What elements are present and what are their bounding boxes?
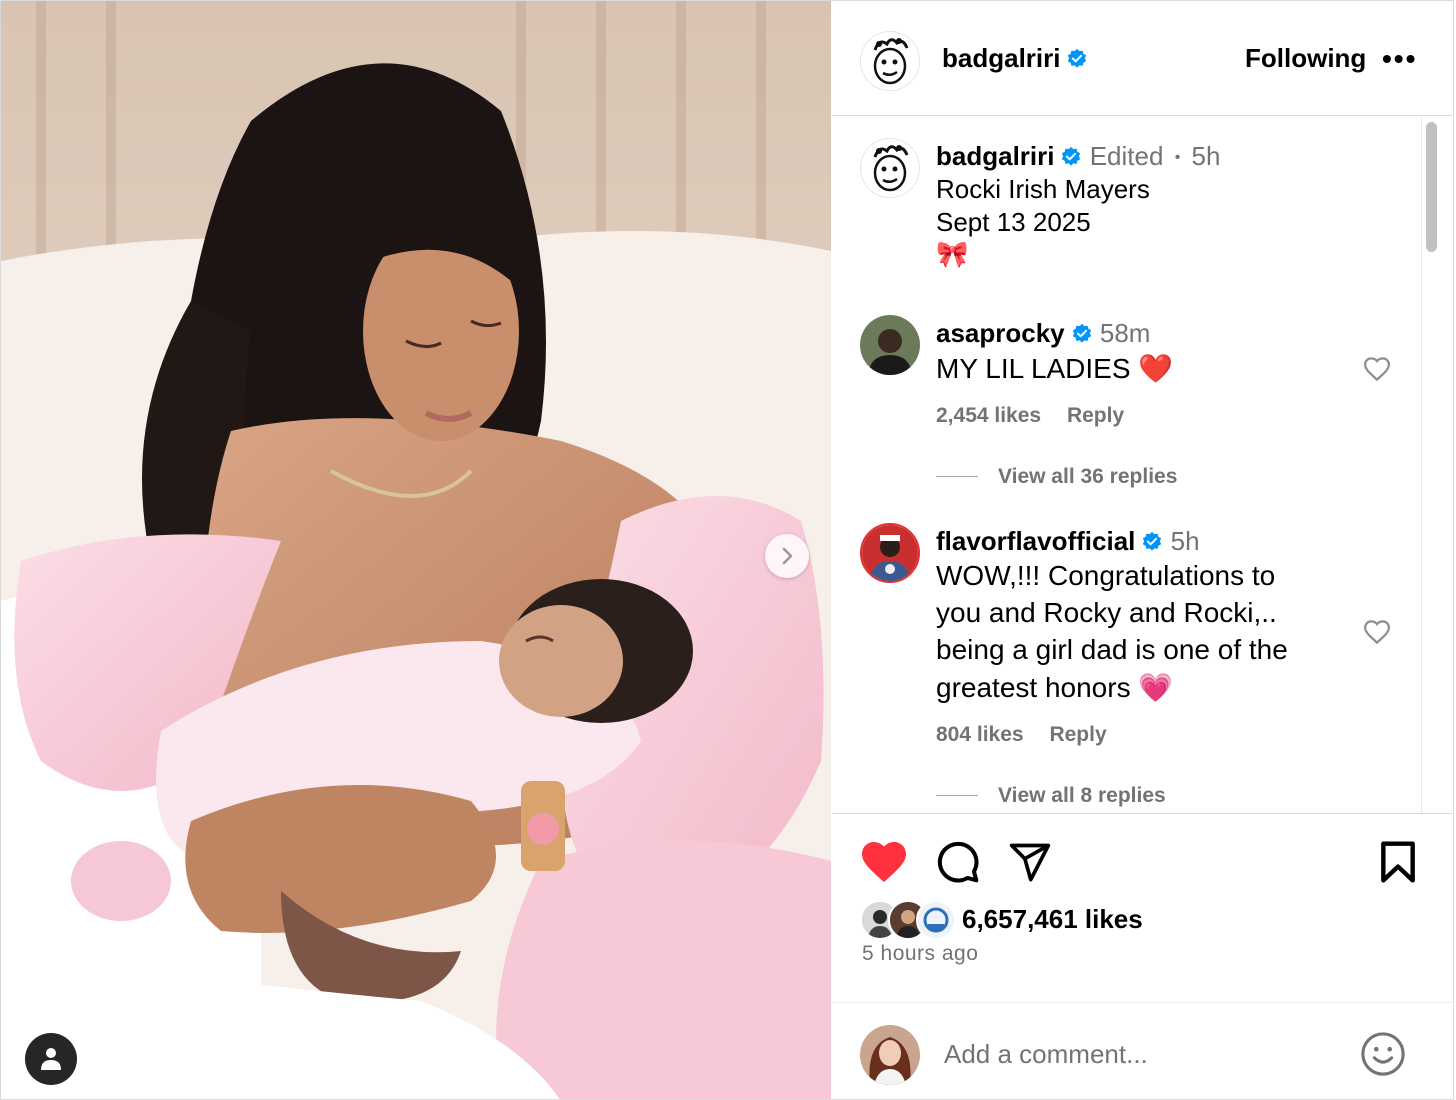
comment-meta: 804 likes Reply <box>936 723 1107 747</box>
liker-avatar <box>916 900 956 940</box>
carousel-next-button[interactable] <box>765 534 809 578</box>
post-timestamp[interactable]: 5 hours ago <box>862 942 978 966</box>
following-button[interactable]: Following <box>1245 43 1366 74</box>
comment-text-line: you and Rocky and Rocki,.. <box>936 597 1277 628</box>
comment-header: flavorflavofficial 5h <box>936 526 1200 557</box>
scrollbar-thumb[interactable] <box>1426 122 1437 252</box>
profile-photo <box>860 1025 920 1085</box>
comment-like-heart-icon[interactable] <box>1362 354 1392 384</box>
comment-text-line: MY LIL LADIES ❤️ <box>936 353 1174 384</box>
chevron-right-icon <box>782 547 793 565</box>
verified-badge-icon <box>1062 146 1081 166</box>
caption-edited-label: Edited <box>1089 141 1164 171</box>
add-comment-bar <box>832 1002 1453 1099</box>
view-replies-button[interactable]: View all 8 replies <box>998 784 1166 808</box>
photo-illustration <box>1 1 831 1099</box>
commenter-avatar[interactable] <box>860 315 920 375</box>
bookmark-icon[interactable] <box>1378 840 1418 884</box>
replies-divider <box>936 795 978 796</box>
commenter-avatar[interactable] <box>860 523 920 583</box>
carousel-dot-active <box>401 1075 409 1083</box>
cartoon-face-avatar <box>861 139 919 197</box>
post-photo <box>1 1 831 1099</box>
carousel-dots <box>401 1070 425 1088</box>
paper-plane-icon[interactable] <box>1008 840 1052 884</box>
tagged-users-button[interactable] <box>25 1033 77 1085</box>
caption-username[interactable]: badgalriri <box>936 141 1054 171</box>
comment-like-heart-icon[interactable] <box>1362 617 1392 647</box>
post-actions: 6,657,461 likes 5 hours ago <box>832 813 1453 1099</box>
comment-meta: 2,454 likes Reply <box>936 404 1124 428</box>
view-replies-button[interactable]: View all 36 replies <box>998 465 1177 489</box>
carousel-dot <box>413 1075 421 1083</box>
post-like-count[interactable]: 6,657,461 likes <box>962 904 1143 935</box>
smiley-icon[interactable] <box>1360 1031 1406 1077</box>
profile-photo <box>860 315 920 375</box>
comment-time[interactable]: 58m <box>1100 318 1151 348</box>
instagram-post-modal: badgalriri Following ••• badgalriri Edit… <box>0 0 1454 1100</box>
caption-text-line: Rocki Irish Mayers <box>936 174 1150 204</box>
post-header: badgalriri Following ••• <box>832 1 1453 116</box>
comment-reply-button[interactable]: Reply <box>1067 404 1124 427</box>
comment-like-count[interactable]: 2,454 likes <box>936 404 1041 427</box>
replies-divider <box>936 476 978 477</box>
cartoon-face-avatar <box>861 32 919 90</box>
verified-badge-icon <box>1143 531 1162 551</box>
post-side-panel: badgalriri Following ••• badgalriri Edit… <box>832 1 1453 1099</box>
comments-list[interactable]: badgalriri Edited • 5h Rocki Irish Mayer… <box>832 116 1453 813</box>
verified-badge-icon <box>1072 323 1091 343</box>
profile-photo <box>918 902 954 938</box>
more-options-button[interactable]: ••• <box>1382 43 1417 75</box>
heart-icon[interactable] <box>860 840 908 884</box>
comment-text-line: greatest honors 💗 <box>936 672 1174 703</box>
comment-bubble-icon[interactable] <box>936 840 980 884</box>
author-username[interactable]: badgalriri <box>942 43 1088 74</box>
liked-by-avatars[interactable] <box>860 900 956 940</box>
comment-username[interactable]: flavorflavofficial <box>936 526 1135 556</box>
current-user-avatar <box>860 1025 920 1085</box>
comment-text-line: WOW,!!! Congratulations to <box>936 560 1276 591</box>
caption-text-line: 🎀 <box>936 239 969 269</box>
profile-photo <box>862 525 918 581</box>
comment-reply-button[interactable]: Reply <box>1049 723 1106 746</box>
caption-separator: • <box>1174 149 1181 166</box>
add-comment-input[interactable] <box>944 1039 1364 1070</box>
user-tag-icon <box>41 1048 61 1070</box>
comment-text-line: being a girl dad is one of the <box>936 634 1288 665</box>
caption-time[interactable]: 5h <box>1192 141 1221 171</box>
comments-scrollbar[interactable] <box>1421 118 1439 815</box>
comment-username[interactable]: asaprocky <box>936 318 1065 348</box>
author-username-text[interactable]: badgalriri <box>942 43 1060 73</box>
caption-header: badgalriri Edited • 5h <box>936 141 1220 172</box>
comment-header: asaprocky 58m <box>936 318 1150 349</box>
author-avatar[interactable] <box>860 31 920 91</box>
caption-author-avatar[interactable] <box>860 138 920 198</box>
comment-time[interactable]: 5h <box>1171 526 1200 556</box>
verified-badge-icon <box>1068 48 1087 68</box>
comment-like-count[interactable]: 804 likes <box>936 723 1024 746</box>
caption-text-line: Sept 13 2025 <box>936 207 1091 237</box>
